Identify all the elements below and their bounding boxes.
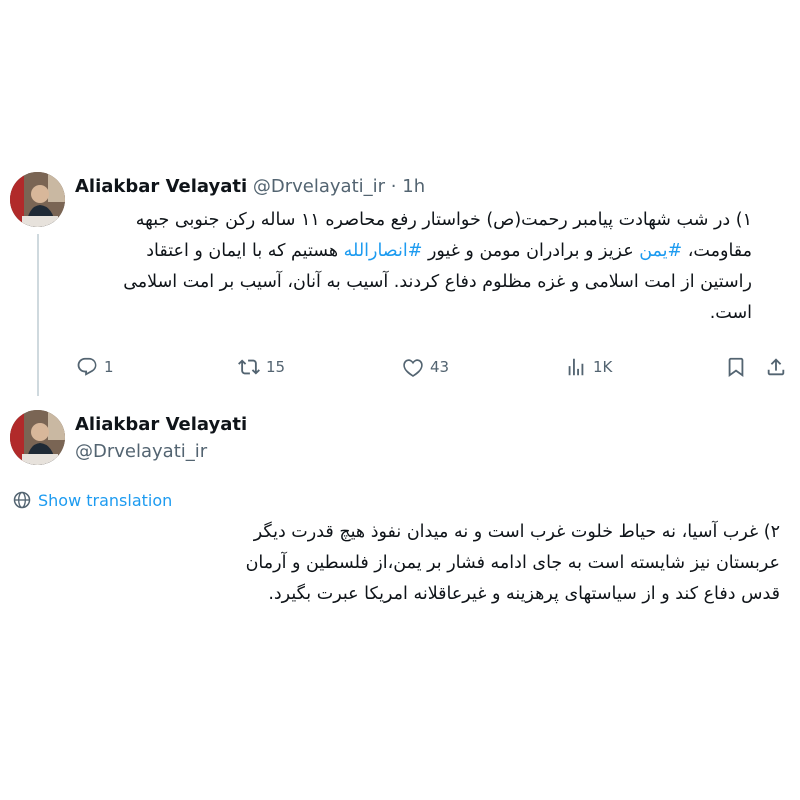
avatar[interactable]: [10, 410, 65, 465]
repost-button[interactable]: 15: [238, 354, 285, 380]
author-handle[interactable]: @Drvelayati_ir: [253, 176, 385, 197]
reply-icon: [77, 357, 97, 376]
views-button[interactable]: 1K: [565, 354, 612, 380]
timestamp[interactable]: 1h: [402, 176, 425, 197]
like-icon: [403, 359, 423, 377]
like-count: 43: [430, 358, 450, 376]
share-button[interactable]: [765, 354, 787, 380]
translate-globe-icon: [13, 491, 31, 509]
show-translation-label: Show translation: [38, 490, 173, 510]
hashtag-ansarallah[interactable]: #انصارالله: [344, 241, 423, 261]
tweet1-action-bar: 1 15 43 1K: [0, 354, 800, 380]
like-button[interactable]: 43: [402, 354, 449, 380]
repost-count: 15: [266, 358, 286, 376]
share-icon: [767, 358, 785, 376]
repost-icon: [238, 359, 260, 375]
views-count: 1K: [593, 358, 613, 376]
avatar-photo: [10, 172, 65, 227]
dot-separator: ·: [390, 176, 397, 197]
author-name[interactable]: Aliakbar Velayati: [75, 176, 247, 197]
tweet1-text: ۱) در شب شهادت پیامبر رحمت(ص) خواستار رف…: [90, 205, 752, 329]
reply-button[interactable]: 1: [76, 354, 114, 380]
show-translation-link[interactable]: Show translation: [12, 490, 172, 510]
bookmark-button[interactable]: [725, 354, 747, 380]
tweet1-text-part2: عزیز و برادران مومن و غیور: [422, 241, 640, 261]
avatar-photo: [10, 410, 65, 465]
bookmark-icon: [728, 357, 744, 378]
tweet2-text: ۲) غرب آسیا، نه حیاط خلوت غرب است و نه م…: [245, 522, 780, 604]
avatar[interactable]: [10, 172, 65, 227]
tweet1-header: Aliakbar Velayati @Drvelayati_ir · 1h: [75, 175, 425, 199]
author-name[interactable]: Aliakbar Velayati: [75, 413, 247, 437]
hashtag-yemen[interactable]: #یمن: [639, 241, 682, 261]
reply-count: 1: [104, 358, 114, 376]
author-handle[interactable]: @Drvelayati_ir: [75, 440, 207, 464]
views-icon: [568, 358, 584, 376]
